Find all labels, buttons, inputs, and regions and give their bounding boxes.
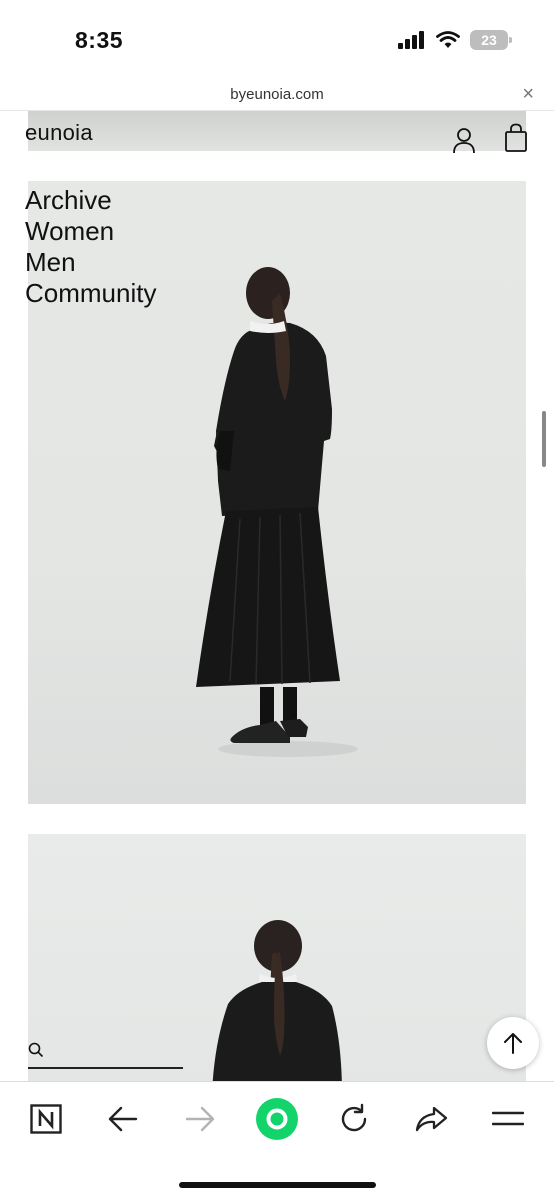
main-nav: Archive Women Men Community	[25, 185, 156, 309]
battery-icon: 23	[470, 30, 512, 50]
forward-button[interactable]	[178, 1098, 222, 1140]
nav-item-archive[interactable]: Archive	[25, 185, 156, 216]
account-icon[interactable]	[452, 126, 476, 154]
share-icon	[415, 1106, 448, 1132]
brand-logo[interactable]: eunoia	[25, 120, 93, 146]
menu-button[interactable]	[486, 1098, 530, 1140]
scroll-to-top-button[interactable]	[487, 1017, 539, 1069]
nav-item-community[interactable]: Community	[25, 278, 156, 309]
nav-item-men[interactable]: Men	[25, 247, 156, 278]
naver-n-icon	[30, 1104, 62, 1134]
nav-item-women[interactable]: Women	[25, 216, 156, 247]
scrollbar[interactable]	[542, 411, 546, 467]
url-text[interactable]: byeunoia.com	[0, 86, 554, 103]
close-icon[interactable]: ×	[522, 83, 534, 106]
menu-icon	[492, 1111, 524, 1126]
wifi-icon	[436, 31, 460, 48]
green-circle-icon	[256, 1098, 298, 1140]
search-input[interactable]	[28, 1040, 183, 1069]
status-icons: 23	[398, 30, 512, 50]
share-button[interactable]	[409, 1098, 453, 1140]
forward-arrow-icon	[185, 1106, 215, 1132]
shopping-bag-icon[interactable]	[504, 123, 528, 153]
home-indicator[interactable]	[179, 1182, 376, 1188]
refresh-icon	[341, 1103, 367, 1132]
green-dot-button[interactable]	[255, 1098, 299, 1140]
refresh-button[interactable]	[332, 1098, 376, 1140]
web-page: eunoia Archive Women Men Community	[0, 111, 554, 1081]
status-bar: 8:35 23	[0, 0, 554, 80]
search-icon[interactable]	[28, 1042, 44, 1058]
arrow-up-icon	[504, 1033, 522, 1054]
naver-home-button[interactable]	[24, 1098, 68, 1140]
cellular-signal-icon	[398, 31, 424, 49]
browser-url-bar[interactable]: byeunoia.com ×	[0, 80, 554, 111]
back-button[interactable]	[101, 1098, 145, 1140]
back-arrow-icon	[108, 1106, 138, 1132]
status-time: 8:35	[75, 27, 124, 53]
